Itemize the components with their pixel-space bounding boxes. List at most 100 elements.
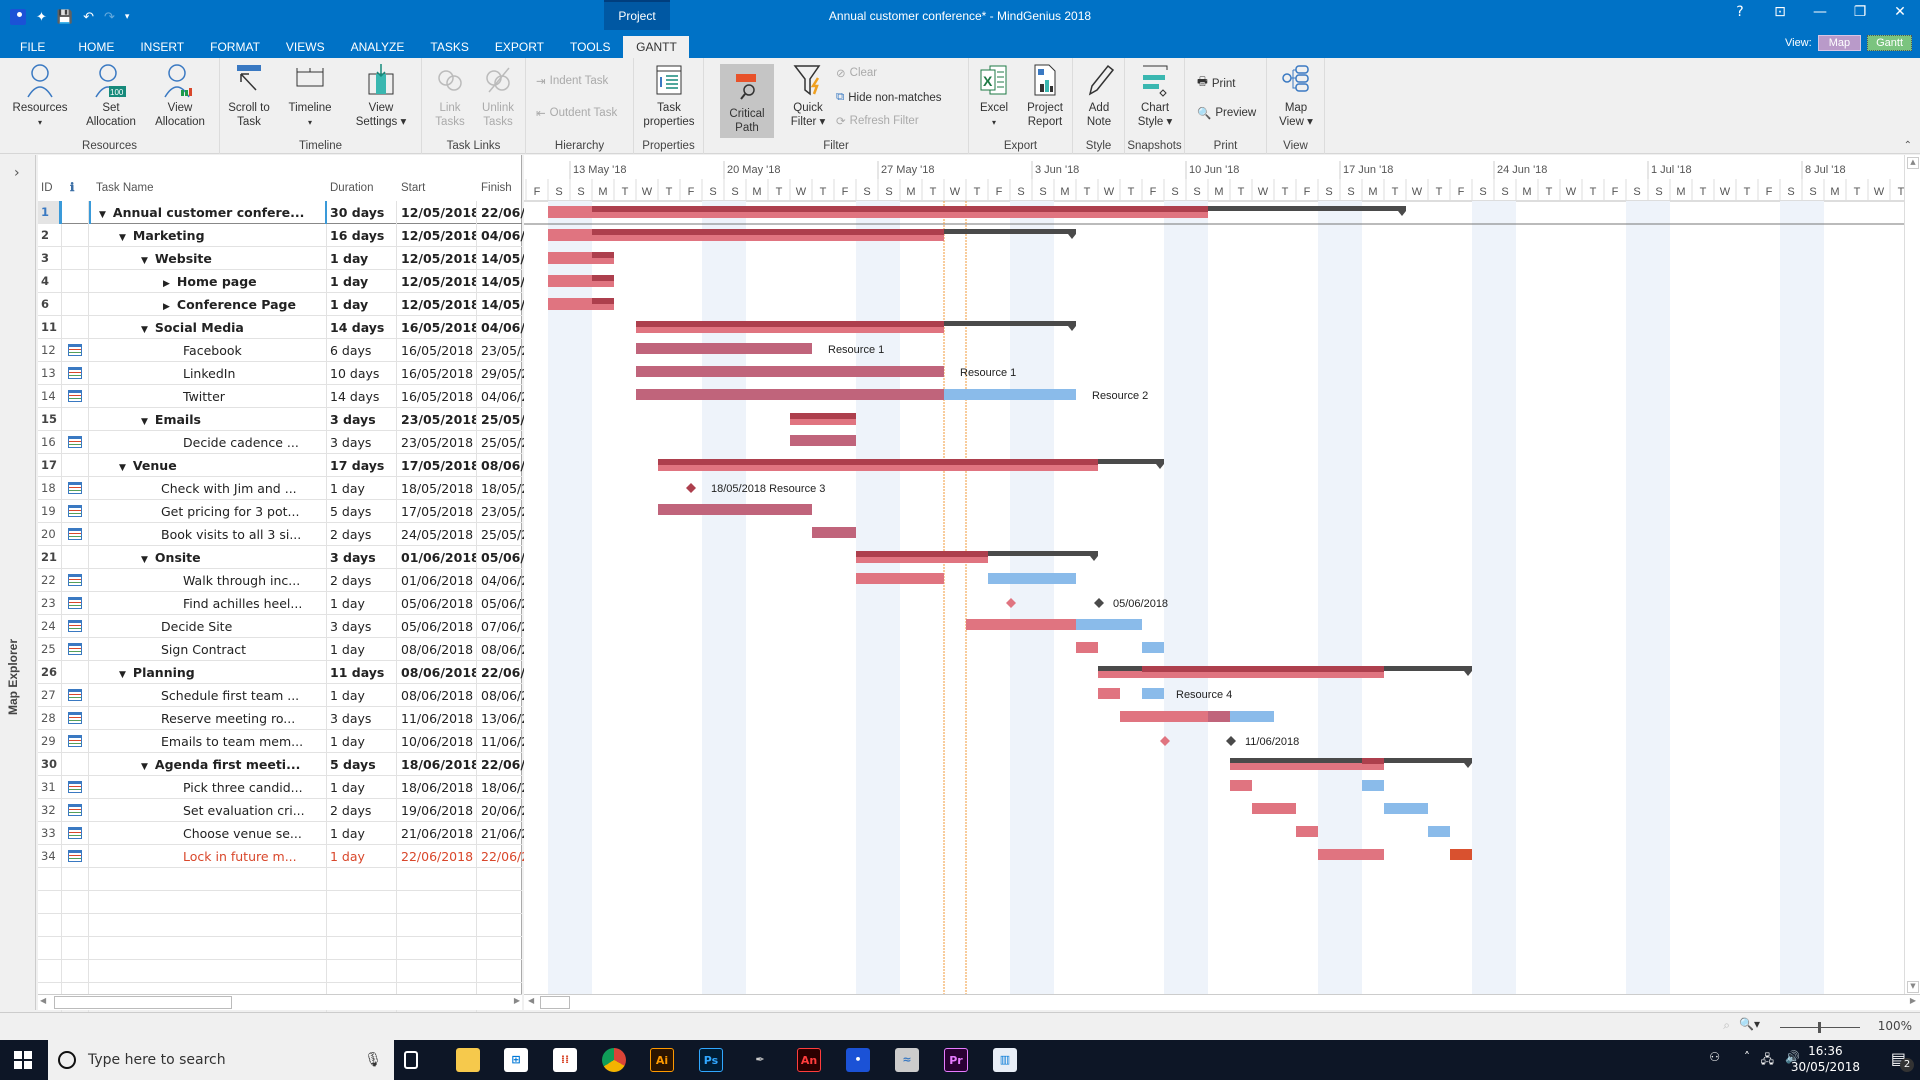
task-row[interactable]: 34 Lock in future m... 1 day 22/06/2018 22/0… [38, 845, 553, 868]
task-row[interactable]: 17 ▼ Venue 17 days 17/05/2018 08/06/2018 [38, 454, 560, 477]
task-row[interactable]: 20 Book visits to all 3 si... 2 days 24/05/… [38, 523, 553, 546]
task-finish[interactable]: 22/06/2018 [477, 753, 560, 776]
expand-sidebar-icon[interactable]: › [14, 165, 20, 181]
task-duration[interactable]: 6 days [327, 339, 397, 362]
task-duration[interactable]: 11 days [327, 661, 397, 684]
tab-export[interactable]: EXPORT [482, 36, 557, 58]
collapse-arrow-icon[interactable]: ▼ [141, 549, 148, 569]
task-row[interactable]: 13 LinkedIn 10 days 16/05/2018 29/05/2018 [38, 362, 553, 385]
note-icon[interactable] [68, 781, 82, 793]
task-row[interactable]: 26 ▼ Planning 11 days 08/06/2018 22/06/2018 [38, 661, 560, 684]
expand-arrow-icon[interactable]: ▶ [163, 296, 170, 316]
timeline-button[interactable]: Timeline ▾ [282, 62, 338, 130]
map-view-button[interactable]: Map View ▾ [1271, 62, 1321, 129]
task-name[interactable]: ▼ Agenda first meeti... [89, 753, 327, 776]
clock[interactable]: 16:36 30/05/2018 [1791, 1043, 1860, 1075]
task-start[interactable]: 17/05/2018 [397, 500, 477, 523]
task-name[interactable]: Reserve meeting ro... [89, 707, 327, 730]
app-window-icon[interactable]: ▥ [993, 1048, 1017, 1072]
task-finish[interactable]: 22/06/2018 [477, 201, 560, 224]
help-icon[interactable]: ? [1720, 4, 1760, 20]
task-start[interactable]: 05/06/2018 [397, 592, 477, 615]
gantt-horizontal-scrollbar[interactable]: ◀ ▶ [524, 994, 1920, 1010]
view-settings-button[interactable]: View Settings ▾ [348, 62, 414, 129]
note-icon[interactable] [68, 827, 82, 839]
task-finish[interactable]: 04/06/2018 [477, 224, 560, 247]
task-duration[interactable]: 2 days [327, 799, 397, 822]
refresh-filter-button[interactable]: ⟳ Refresh Filter [836, 114, 919, 128]
task-start[interactable]: 19/06/2018 [397, 799, 477, 822]
task-start[interactable]: 18/06/2018 [397, 776, 477, 799]
task-row[interactable]: 32 Set evaluation cri... 2 days 19/06/2018 2… [38, 799, 553, 822]
task-duration[interactable]: 1 day [327, 638, 397, 661]
task-finish[interactable]: 23/05/2018 [477, 500, 553, 523]
task-duration[interactable]: 3 days [327, 431, 397, 454]
task-view-icon[interactable] [404, 1051, 418, 1069]
task-finish[interactable]: 07/06/2018 [477, 615, 553, 638]
task-finish[interactable]: 08/06/2018 [477, 638, 553, 661]
header-start[interactable]: Start [401, 177, 425, 197]
collapse-arrow-icon[interactable]: ▼ [141, 411, 148, 431]
task-duration[interactable]: 3 days [327, 546, 397, 569]
task-duration[interactable]: 1 day [327, 592, 397, 615]
task-row[interactable]: 18 Check with Jim and ... 1 day 18/05/2018 1… [38, 477, 553, 500]
task-name[interactable]: Walk through inc... [89, 569, 327, 592]
unlink-tasks-button[interactable]: Unlink Tasks [476, 62, 520, 129]
task-name[interactable]: ▼ Annual customer confere... [89, 201, 327, 224]
task-duration[interactable]: 3 days [327, 615, 397, 638]
task-row[interactable]: 29 Emails to team mem... 1 day 10/06/2018 11… [38, 730, 553, 753]
task-finish[interactable]: 14/05/2018 [477, 293, 560, 316]
illustrator-icon[interactable]: Ai [650, 1048, 674, 1072]
task-row[interactable]: 24 Decide Site 3 days 05/06/2018 07/06/2018 [38, 615, 553, 638]
task-duration[interactable]: 3 days [327, 707, 397, 730]
task-finish[interactable]: 04/06/2018 [477, 316, 560, 339]
tab-file[interactable]: FILE [0, 36, 65, 58]
task-start[interactable]: 10/06/2018 [397, 730, 477, 753]
task-row[interactable]: 27 Schedule first team ... 1 day 08/06/2018… [38, 684, 553, 707]
zoom-icon[interactable]: 🔍▾ [1739, 1017, 1760, 1031]
note-icon[interactable] [68, 850, 82, 862]
task-row[interactable]: 28 Reserve meeting ro... 3 days 11/06/2018 1… [38, 707, 553, 730]
task-duration[interactable]: 1 day [327, 293, 397, 316]
task-row[interactable]: 3 ▼ Website 1 day 12/05/2018 14/05/2018 [38, 247, 560, 270]
chrome-icon[interactable] [602, 1048, 626, 1072]
people-icon[interactable]: ⚇ [1709, 1050, 1720, 1064]
task-finish[interactable]: 14/05/2018 [477, 247, 560, 270]
tab-tasks[interactable]: TASKS [417, 36, 481, 58]
note-icon[interactable] [68, 505, 82, 517]
task-duration[interactable]: 30 days [327, 201, 397, 224]
task-start[interactable]: 16/05/2018 [397, 385, 477, 408]
scroll-left-icon[interactable]: ◀ [40, 996, 46, 1005]
task-start[interactable]: 18/06/2018 [397, 753, 477, 776]
task-duration[interactable]: 16 days [327, 224, 397, 247]
task-name[interactable]: ▶ Conference Page [89, 293, 327, 316]
task-name[interactable]: ▼ Onsite [89, 546, 327, 569]
task-start[interactable]: 08/06/2018 [397, 661, 477, 684]
ribbon-display-icon[interactable]: ⊡ [1760, 4, 1800, 20]
task-name[interactable]: Check with Jim and ... [89, 477, 327, 500]
task-start[interactable]: 21/06/2018 [397, 822, 477, 845]
task-finish[interactable]: 29/05/2018 [477, 362, 553, 385]
scroll-up-icon[interactable]: ▲ [1907, 157, 1919, 169]
photoshop-icon[interactable]: Ps [699, 1048, 723, 1072]
task-start[interactable]: 08/06/2018 [397, 638, 477, 661]
microphone-icon[interactable]: 🎙 [364, 1052, 382, 1068]
task-duration[interactable]: 17 days [327, 454, 397, 477]
note-icon[interactable] [68, 643, 82, 655]
task-row[interactable]: 11 ▼ Social Media 14 days 16/05/2018 04/06/20… [38, 316, 560, 339]
task-row[interactable]: 1 ▼ Annual customer confere... 30 days 12/05… [38, 201, 560, 224]
task-name[interactable]: Set evaluation cri... [89, 799, 327, 822]
task-properties-button[interactable]: Task properties [640, 62, 698, 129]
task-name[interactable]: ▶ Home page [89, 270, 327, 293]
resources-button[interactable]: Resources ▾ [10, 62, 70, 130]
zoom-slider[interactable] [1780, 1022, 1860, 1033]
task-duration[interactable]: 1 day [327, 477, 397, 500]
header-info-icon[interactable]: ℹ [70, 177, 74, 197]
task-start[interactable]: 18/05/2018 [397, 477, 477, 500]
task-name[interactable]: ▼ Marketing [89, 224, 327, 247]
show-hidden-icons[interactable]: ˄ [1744, 1050, 1750, 1064]
task-duration[interactable]: 1 day [327, 822, 397, 845]
task-duration[interactable]: 5 days [327, 753, 397, 776]
task-name[interactable]: Emails to team mem... [89, 730, 327, 753]
task-finish[interactable]: 25/05/2018 [477, 523, 553, 546]
